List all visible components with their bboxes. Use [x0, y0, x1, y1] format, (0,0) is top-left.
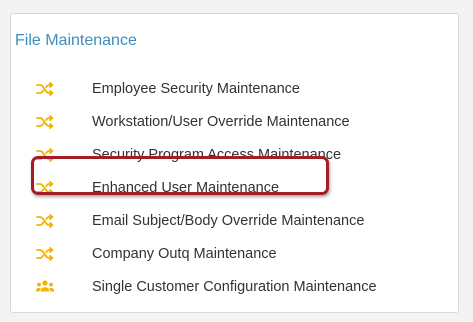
menu-item-label: Security Program Access Maintenance — [92, 146, 342, 163]
shuffle-icon — [35, 213, 55, 229]
menu-item-employee-security[interactable]: Employee Security Maintenance — [11, 72, 458, 105]
menu-item-label: Single Customer Configuration Maintenanc… — [92, 278, 377, 295]
menu-item-enhanced-user[interactable]: Enhanced User Maintenance — [11, 171, 458, 204]
file-maintenance-panel: File Maintenance Employee Security Maint… — [10, 13, 459, 313]
shuffle-icon — [35, 180, 55, 196]
menu-item-label: Employee Security Maintenance — [92, 80, 300, 97]
shuffle-icon — [35, 81, 55, 97]
menu-item-label: Email Subject/Body Override Maintenance — [92, 212, 365, 229]
menu-item-label: Workstation/User Override Maintenance — [92, 113, 350, 130]
menu-item-company-outq[interactable]: Company Outq Maintenance — [11, 237, 458, 270]
menu-item-workstation-user-override[interactable]: Workstation/User Override Maintenance — [11, 105, 458, 138]
menu-item-single-customer-configuration[interactable]: Single Customer Configuration Maintenanc… — [11, 270, 458, 303]
shuffle-icon — [35, 246, 55, 262]
menu-item-security-program-access[interactable]: Security Program Access Maintenance — [11, 138, 458, 171]
shuffle-icon — [35, 114, 55, 130]
panel-title: File Maintenance — [15, 32, 137, 49]
menu-item-label: Company Outq Maintenance — [92, 245, 277, 262]
menu-list: Employee Security Maintenance Workstatio… — [11, 72, 458, 303]
users-icon — [35, 279, 55, 295]
menu-item-email-subject-body-override[interactable]: Email Subject/Body Override Maintenance — [11, 204, 458, 237]
menu-item-label: Enhanced User Maintenance — [92, 179, 280, 196]
shuffle-icon — [35, 147, 55, 163]
